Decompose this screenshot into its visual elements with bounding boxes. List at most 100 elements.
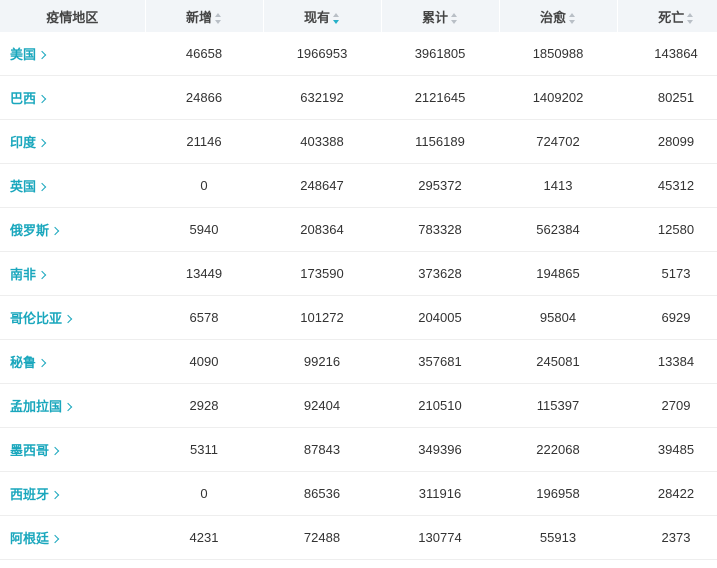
region-cell: 英国 bbox=[0, 163, 145, 208]
new-cell: 24866 bbox=[145, 75, 263, 120]
epidemic-table: 疫情地区 新增 现有 累计 治愈 死亡 美国 46658 1966953 396180… bbox=[0, 0, 717, 560]
header-cured-sortable[interactable]: 治愈 bbox=[499, 0, 618, 32]
death-cell: 2373 bbox=[617, 515, 717, 560]
header-total-label: 累计 bbox=[421, 9, 448, 25]
region-link[interactable]: 英国 bbox=[10, 179, 47, 194]
region-cell: 俄罗斯 bbox=[0, 207, 145, 252]
total-cell: 783328 bbox=[381, 207, 499, 252]
new-cell: 0 bbox=[145, 163, 263, 208]
death-cell: 143864 bbox=[617, 32, 717, 76]
total-cell: 373628 bbox=[381, 251, 499, 296]
cured-cell: 55913 bbox=[499, 515, 617, 560]
header-region-label: 疫情地区 bbox=[46, 9, 99, 25]
chevron-right-icon bbox=[50, 490, 60, 500]
chevron-right-icon bbox=[50, 446, 60, 456]
region-cell: 阿根廷 bbox=[0, 515, 145, 560]
chevron-right-icon bbox=[37, 94, 47, 104]
death-cell: 45312 bbox=[617, 163, 717, 208]
new-cell: 5311 bbox=[145, 427, 263, 472]
new-cell: 2928 bbox=[145, 383, 263, 428]
table-body: 美国 46658 1966953 3961805 1850988 143864 巴西 2486… bbox=[0, 32, 717, 560]
region-link[interactable]: 墨西哥 bbox=[10, 443, 60, 458]
region-link[interactable]: 秘鲁 bbox=[10, 355, 47, 370]
chevron-right-icon bbox=[63, 314, 73, 324]
region-name: 美国 bbox=[10, 47, 37, 62]
table-row: 英国 0 248647 295372 1413 45312 bbox=[0, 163, 717, 208]
new-cell: 13449 bbox=[145, 251, 263, 296]
table-row: 西班牙 0 86536 311916 196958 28422 bbox=[0, 471, 717, 516]
new-cell: 4231 bbox=[145, 515, 263, 560]
header-death-sortable[interactable]: 死亡 bbox=[617, 0, 717, 32]
header-new-label: 新增 bbox=[185, 9, 212, 25]
cured-cell: 95804 bbox=[499, 295, 617, 340]
total-cell: 1156189 bbox=[381, 119, 499, 164]
table-row: 美国 46658 1966953 3961805 1850988 143864 bbox=[0, 32, 717, 76]
death-cell: 13384 bbox=[617, 339, 717, 384]
death-cell: 12580 bbox=[617, 207, 717, 252]
header-death-label: 死亡 bbox=[658, 9, 685, 25]
region-link[interactable]: 巴西 bbox=[10, 91, 47, 106]
cured-cell: 1850988 bbox=[499, 32, 617, 76]
death-cell: 2709 bbox=[617, 383, 717, 428]
chevron-right-icon bbox=[37, 270, 47, 280]
new-cell: 4090 bbox=[145, 339, 263, 384]
total-cell: 349396 bbox=[381, 427, 499, 472]
death-cell: 80251 bbox=[617, 75, 717, 120]
cured-cell: 194865 bbox=[499, 251, 617, 296]
sort-icon[interactable] bbox=[569, 12, 576, 24]
table-header: 疫情地区 新增 现有 累计 治愈 死亡 bbox=[0, 0, 717, 32]
chevron-right-icon bbox=[37, 50, 47, 60]
header-new-sortable[interactable]: 新增 bbox=[145, 0, 264, 32]
region-name: 哥伦比亚 bbox=[10, 311, 63, 326]
region-cell: 印度 bbox=[0, 119, 145, 164]
region-name: 西班牙 bbox=[10, 487, 50, 502]
chevron-right-icon bbox=[37, 138, 47, 148]
current-cell: 1966953 bbox=[263, 32, 381, 76]
region-cell: 孟加拉国 bbox=[0, 383, 145, 428]
region-name: 俄罗斯 bbox=[10, 223, 50, 238]
region-link[interactable]: 俄罗斯 bbox=[10, 223, 60, 238]
sort-icon[interactable] bbox=[451, 12, 458, 24]
current-cell: 86536 bbox=[263, 471, 381, 516]
region-cell: 西班牙 bbox=[0, 471, 145, 516]
total-cell: 204005 bbox=[381, 295, 499, 340]
header-row: 疫情地区 新增 现有 累计 治愈 死亡 bbox=[0, 0, 717, 32]
region-link[interactable]: 阿根廷 bbox=[10, 531, 60, 546]
region-link[interactable]: 哥伦比亚 bbox=[10, 311, 73, 326]
cured-cell: 1409202 bbox=[499, 75, 617, 120]
chevron-right-icon bbox=[50, 534, 60, 544]
region-cell: 墨西哥 bbox=[0, 427, 145, 472]
region-name: 秘鲁 bbox=[10, 355, 37, 370]
sort-icon[interactable] bbox=[687, 12, 694, 24]
chevron-right-icon bbox=[50, 226, 60, 236]
header-total-sortable[interactable]: 累计 bbox=[381, 0, 500, 32]
region-link[interactable]: 孟加拉国 bbox=[10, 399, 73, 414]
region-name: 孟加拉国 bbox=[10, 399, 63, 414]
death-cell: 5173 bbox=[617, 251, 717, 296]
table-row: 南非 13449 173590 373628 194865 5173 bbox=[0, 251, 717, 296]
table-row: 秘鲁 4090 99216 357681 245081 13384 bbox=[0, 339, 717, 384]
chevron-right-icon bbox=[37, 182, 47, 192]
region-name: 印度 bbox=[10, 135, 37, 150]
cured-cell: 1413 bbox=[499, 163, 617, 208]
sort-desc-active-icon[interactable] bbox=[333, 12, 340, 24]
region-link[interactable]: 印度 bbox=[10, 135, 47, 150]
current-cell: 248647 bbox=[263, 163, 381, 208]
current-cell: 72488 bbox=[263, 515, 381, 560]
region-link[interactable]: 南非 bbox=[10, 267, 47, 282]
region-cell: 哥伦比亚 bbox=[0, 295, 145, 340]
current-cell: 173590 bbox=[263, 251, 381, 296]
sort-icon[interactable] bbox=[215, 12, 222, 24]
total-cell: 295372 bbox=[381, 163, 499, 208]
table-row: 俄罗斯 5940 208364 783328 562384 12580 bbox=[0, 207, 717, 252]
header-region: 疫情地区 bbox=[0, 0, 146, 32]
header-current-sortable[interactable]: 现有 bbox=[263, 0, 382, 32]
region-link[interactable]: 美国 bbox=[10, 47, 47, 62]
current-cell: 92404 bbox=[263, 383, 381, 428]
total-cell: 3961805 bbox=[381, 32, 499, 76]
total-cell: 130774 bbox=[381, 515, 499, 560]
region-link[interactable]: 西班牙 bbox=[10, 487, 60, 502]
cured-cell: 245081 bbox=[499, 339, 617, 384]
table-row: 巴西 24866 632192 2121645 1409202 80251 bbox=[0, 75, 717, 120]
region-cell: 秘鲁 bbox=[0, 339, 145, 384]
